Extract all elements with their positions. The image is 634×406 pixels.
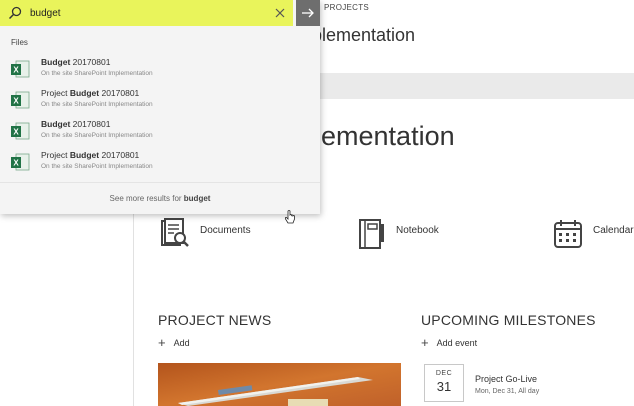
search-submit-button[interactable] (296, 0, 320, 26)
see-more-results-link[interactable]: See more results for budget (0, 194, 320, 203)
project-news-title: PROJECT NEWS (158, 312, 272, 328)
documents-icon (161, 218, 189, 247)
svg-text:X: X (13, 159, 19, 168)
result-title: Budget 20170801 (41, 119, 111, 129)
quick-link-documents[interactable]: Documents (160, 218, 251, 250)
event-day: 31 (436, 379, 452, 394)
arrow-right-icon (302, 8, 314, 18)
breadcrumb[interactable]: PROJECTS (324, 3, 369, 12)
results-group-label: Files (11, 38, 28, 47)
result-title: Budget 20170801 (41, 57, 111, 67)
svg-text:X: X (13, 66, 19, 75)
result-title: Project Budget 20170801 (41, 150, 140, 160)
hand-pointer-icon (284, 210, 295, 224)
event-month: DEC (435, 370, 453, 377)
excel-icon: X (11, 60, 30, 78)
search-result-item[interactable]: X Budget 20170801 On the site SharePoint… (10, 57, 310, 85)
add-event-button[interactable]: + Add event (421, 335, 477, 350)
result-title: Project Budget 20170801 (41, 88, 140, 98)
add-news-button[interactable]: + Add (158, 335, 190, 350)
pen-photo (158, 363, 401, 406)
calendar-icon (554, 220, 582, 248)
quick-link-label: Calendar (593, 224, 634, 236)
quick-link-label: Documents (200, 224, 251, 236)
site-title[interactable]: plementation (312, 25, 415, 46)
excel-icon: X (11, 122, 30, 140)
page-hero-title: plementation (300, 121, 455, 151)
notebook-icon (359, 219, 384, 249)
plus-icon: + (158, 335, 166, 350)
upcoming-milestones-title: UPCOMING MILESTONES (421, 312, 596, 328)
add-news-label: Add (173, 337, 190, 348)
result-location: On the site SharePoint Implementation (41, 101, 153, 108)
results-divider (0, 182, 320, 183)
quick-link-label: Notebook (396, 224, 439, 236)
close-icon[interactable] (274, 7, 286, 19)
hub-nav-bar (320, 73, 634, 99)
svg-text:X: X (13, 128, 19, 137)
excel-icon: X (11, 153, 30, 171)
add-event-label: Add event (436, 337, 478, 348)
plus-icon: + (421, 335, 429, 350)
event-title[interactable]: Project Go-Live (475, 374, 537, 384)
quick-link-calendar[interactable]: Calendar (553, 218, 634, 250)
search-results-panel: Files X Budget 20170801 On the site Shar… (0, 0, 320, 214)
search-result-item[interactable]: X Budget 20170801 On the site SharePoint… (10, 119, 310, 147)
news-thumbnail[interactable] (158, 363, 401, 406)
svg-text:X: X (13, 97, 19, 106)
event-datetime: Mon, Dec 31, All day (475, 388, 540, 395)
search-box (0, 0, 293, 26)
left-nav-divider (133, 214, 134, 406)
search-result-item[interactable]: X Project Budget 20170801 On the site Sh… (10, 150, 310, 178)
event-date-tile[interactable]: DEC 31 (424, 364, 464, 402)
search-result-item[interactable]: X Project Budget 20170801 On the site Sh… (10, 88, 310, 116)
excel-icon: X (11, 91, 30, 109)
result-location: On the site SharePoint Implementation (41, 163, 153, 170)
result-location: On the site SharePoint Implementation (41, 70, 153, 77)
quick-link-notebook[interactable]: Notebook (356, 218, 439, 250)
result-location: On the site SharePoint Implementation (41, 132, 153, 139)
search-icon (8, 6, 22, 20)
search-input[interactable] (30, 4, 270, 22)
